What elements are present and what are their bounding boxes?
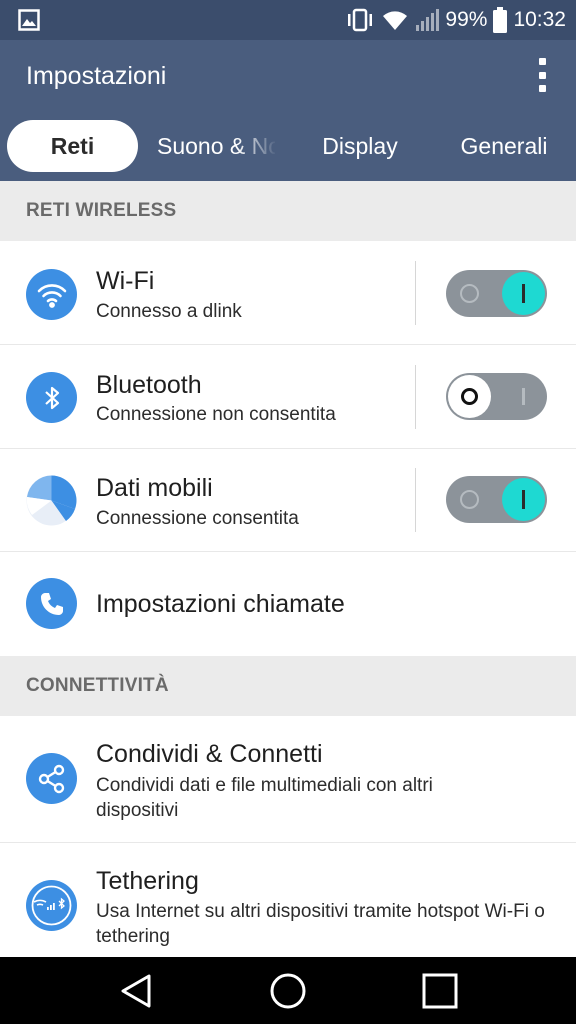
section-header-label: RETI WIRELESS <box>26 200 177 221</box>
wifi-toggle[interactable] <box>446 270 547 317</box>
call-settings-row[interactable]: Impostazioni chiamate <box>0 552 576 656</box>
share-connect-subtitle: Condividi dati e file multimediali con a… <box>96 775 433 821</box>
bluetooth-row[interactable]: Bluetooth Connessione non consentita <box>0 345 576 449</box>
back-icon[interactable] <box>96 957 176 1024</box>
call-settings-title: Impostazioni chiamate <box>96 590 345 618</box>
bluetooth-title: Bluetooth <box>96 371 202 399</box>
share-connect-title: Condividi & Connetti <box>96 740 323 768</box>
overflow-menu-icon[interactable] <box>534 58 550 92</box>
mobile-data-icon <box>26 475 77 526</box>
battery-icon <box>493 7 508 33</box>
wifi-subtitle: Connesso a dlink <box>96 301 242 322</box>
cell-signal-icon <box>415 8 440 32</box>
mobile-data-toggle[interactable] <box>446 476 547 523</box>
section-header-label: CONNETTIVITÀ <box>26 675 169 696</box>
page-title: Impostazioni <box>26 62 167 90</box>
tab-generali[interactable]: Generali <box>448 120 560 172</box>
bluetooth-icon <box>26 372 77 423</box>
wifi-icon <box>26 269 77 320</box>
wifi-signal-icon <box>381 9 409 31</box>
app-bar: Impostazioni Reti Suono & Notifiche Disp… <box>0 40 576 181</box>
wifi-row[interactable]: Wi-Fi Connesso a dlink <box>0 241 576 345</box>
home-icon[interactable] <box>248 957 328 1024</box>
battery-percent: 99% <box>445 8 488 31</box>
tethering-row[interactable]: Tethering Usa Internet su altri disposit… <box>0 843 576 957</box>
navigation-bar <box>0 957 576 1024</box>
clock: 10:32 <box>513 8 566 31</box>
tab-bar: Reti Suono & Notifiche Display Generali <box>0 120 576 172</box>
status-bar: 99% 10:32 <box>0 0 576 40</box>
mobile-data-title: Dati mobili <box>96 474 213 502</box>
mobile-data-row[interactable]: Dati mobili Connessione consentita <box>0 449 576 552</box>
share-icon <box>26 753 77 804</box>
vibrate-icon <box>345 8 375 32</box>
section-header-wireless: RETI WIRELESS <box>0 181 576 241</box>
tab-display[interactable]: Display <box>305 120 415 172</box>
recents-icon[interactable] <box>400 957 480 1024</box>
image-notification-icon <box>18 9 40 36</box>
section-header-connectivity: CONNETTIVITÀ <box>0 656 576 716</box>
bluetooth-toggle[interactable] <box>446 373 547 420</box>
wifi-title: Wi-Fi <box>96 267 155 295</box>
share-connect-row[interactable]: Condividi & Connetti Condividi dati e fi… <box>0 716 576 843</box>
tethering-subtitle: Usa Internet su altri dispositivi tramit… <box>96 901 545 947</box>
tethering-icon <box>26 880 77 931</box>
tethering-title: Tethering <box>96 867 199 895</box>
bluetooth-subtitle: Connessione non consentita <box>96 404 336 425</box>
tab-suono-notifiche[interactable]: Suono & Notifiche <box>157 120 275 172</box>
phone-icon <box>26 578 77 629</box>
tab-reti[interactable]: Reti <box>7 120 138 172</box>
mobile-data-subtitle: Connessione consentita <box>96 508 299 529</box>
